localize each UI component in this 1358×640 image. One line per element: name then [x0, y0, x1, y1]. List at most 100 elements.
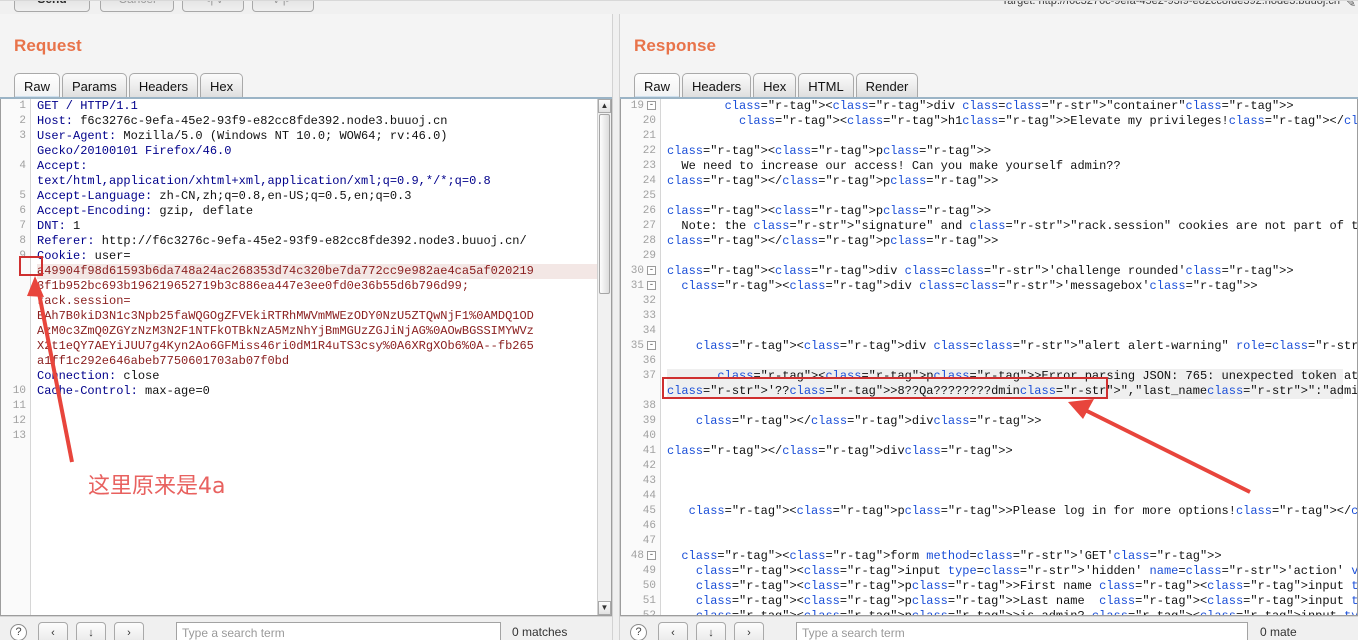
tab-response-html[interactable]: HTML [798, 73, 854, 99]
line-number: 33 [642, 310, 656, 322]
code-line: class="r-tag"><class="r-tag">form method… [681, 549, 1222, 563]
fold-toggle-icon[interactable]: - [647, 550, 656, 560]
fold-toggle-icon[interactable]: - [647, 265, 656, 275]
response-tab-strip: Raw Headers Hex HTML Render [634, 70, 920, 99]
request-vertical-scrollbar[interactable]: ▲ ▼ [597, 99, 611, 615]
cancel-button[interactable]: Cancel [100, 0, 174, 12]
tab-response-render[interactable]: Render [855, 73, 919, 99]
line-number: 41 [642, 445, 656, 457]
line-number: 9 [19, 250, 26, 262]
line-number: 36 [642, 355, 656, 367]
search-help-icon[interactable]: ? [10, 624, 27, 640]
line-number [1, 174, 30, 189]
edit-target-pencil-icon[interactable]: ✎ [1346, 0, 1356, 10]
request-scroll-thumb[interactable] [599, 114, 610, 294]
scroll-up-arrow-icon[interactable]: ▲ [598, 99, 611, 113]
tab-request-raw[interactable]: Raw [14, 73, 61, 99]
next-request-button[interactable]: v |> [252, 0, 314, 12]
code-line: GET / HTTP/1.1 [37, 99, 138, 113]
line-number: 10 [12, 385, 26, 397]
code-line: class="r-tag"><class="r-tag">pclass="r-t… [688, 504, 1358, 518]
code-line: class="r-tag"><class="r-tag">pclass="r-t… [667, 204, 992, 218]
search-next-button[interactable]: › [114, 622, 144, 640]
code-line: Host: f6c3276c-9efa-45e2-93f9-e82cc8fde3… [37, 114, 448, 128]
search-help-icon[interactable]: ? [630, 624, 647, 640]
fold-toggle-icon[interactable]: - [647, 340, 656, 350]
burp-repeater-window: Send Cancel <| v v |> Target: http://f6c… [0, 0, 1358, 640]
code-line: Note: the class="r-str">"signature" and … [667, 219, 1358, 233]
tab-response-hex[interactable]: Hex [753, 73, 797, 99]
search-down-button[interactable]: ↓ [76, 622, 106, 640]
line-number [1, 339, 30, 354]
response-code-area[interactable]: class="r-tag"><class="r-tag">div class=c… [662, 99, 1358, 615]
tab-request-hex[interactable]: Hex [199, 73, 244, 99]
send-button[interactable]: Send [14, 0, 90, 12]
search-prev-button[interactable]: ‹ [658, 622, 688, 640]
line-number: 3 [19, 130, 26, 142]
target-url-label: Target: http://f6c3276c-9efa-45e2-93f9-e… [1001, 0, 1340, 7]
code-line: class="r-tag"></class="r-tag">divclass="… [667, 444, 1013, 458]
request-code-area[interactable]: GET / HTTP/1.1 Host: f6c3276c-9efa-45e2-9… [32, 99, 597, 615]
code-line: class="r-tag"><class="r-tag">pclass="r-t… [695, 579, 1358, 593]
request-panel: Request Raw Params Headers Hex 123456789… [0, 14, 612, 640]
tab-request-params[interactable]: Params [62, 73, 127, 99]
line-number: 30- [630, 264, 656, 277]
line-number: 50 [642, 580, 656, 592]
code-line: class="r-tag"><class="r-tag">div class=c… [695, 339, 1358, 353]
line-number: 25 [642, 190, 656, 202]
tab-response-headers[interactable]: Headers [682, 73, 752, 99]
line-number: 38 [642, 400, 656, 412]
response-search-input[interactable]: Type a search term [796, 622, 1248, 640]
request-editor[interactable]: 1 2 3 4 5 6 7 8 9 10 11 12 13 GET / HTTP/1.1 Host: f6… [0, 99, 612, 616]
line-number: 31- [630, 279, 656, 292]
line-number: 8 [19, 235, 26, 247]
line-number [1, 354, 30, 369]
code-line: class="r-tag"><class="r-tag">div class=c… [681, 279, 1258, 293]
window-top-edge [0, 0, 1358, 1]
line-number: 27 [642, 220, 656, 232]
request-search-input[interactable]: Type a search term [176, 622, 501, 640]
fold-toggle-icon[interactable]: - [647, 100, 656, 110]
search-down-button[interactable]: ↓ [696, 622, 726, 640]
tab-request-headers[interactable]: Headers [128, 73, 198, 99]
line-number [1, 294, 30, 309]
response-match-count: 0 mate [1260, 625, 1297, 639]
previous-request-button[interactable]: <| v [182, 0, 244, 12]
code-line: Cookie: user= [37, 249, 131, 263]
line-number: 13 [12, 430, 26, 442]
search-prev-button[interactable]: ‹ [38, 622, 68, 640]
tab-response-raw[interactable]: Raw [634, 73, 681, 99]
line-number: 49 [642, 565, 656, 577]
line-number: 34 [642, 325, 656, 337]
annotation-chinese-note: 这里原来是4a [88, 474, 226, 499]
code-line: X2t1eQY7AEYiJUU7g4Kyn2Ao6GFMiss46ri0dM1R… [37, 339, 534, 353]
line-number: 24 [642, 175, 656, 187]
code-line: a49904f98d61593b6da748a24ac268353d74c320… [37, 264, 597, 279]
response-search-bar: ? ‹ ↓ › Type a search term 0 mate [620, 616, 1358, 640]
response-editor[interactable]: 19- 20 21 22 23 24 25 26 27 28 29 30- 31- 32 33 34 35- 36… [620, 99, 1358, 616]
search-next-button[interactable]: › [734, 622, 764, 640]
line-number: 7 [19, 220, 26, 232]
line-number: 39 [642, 415, 656, 427]
line-number [1, 144, 30, 159]
code-line: Gecko/20100101 Firefox/46.0 [37, 144, 232, 158]
code-line: class="r-tag"><class="r-tag">pclass="r-t… [695, 594, 1358, 608]
fold-toggle-icon[interactable]: - [647, 280, 656, 290]
line-number: 5 [19, 190, 26, 202]
request-line-number-gutter: 1 2 3 4 5 6 7 8 9 10 11 12 13 [1, 99, 31, 615]
request-search-bar: ? ‹ ↓ › Type a search term 0 matches [0, 616, 612, 640]
line-number: 12 [12, 415, 26, 427]
panel-splitter[interactable] [612, 14, 620, 640]
line-number [1, 264, 30, 279]
line-number: 40 [642, 430, 656, 442]
line-number: 19- [630, 99, 656, 112]
top-toolbar: Send Cancel <| v v |> Target: http://f6c… [0, 0, 1358, 14]
line-number: 4 [19, 160, 26, 172]
scroll-down-arrow-icon[interactable]: ▼ [598, 601, 611, 615]
